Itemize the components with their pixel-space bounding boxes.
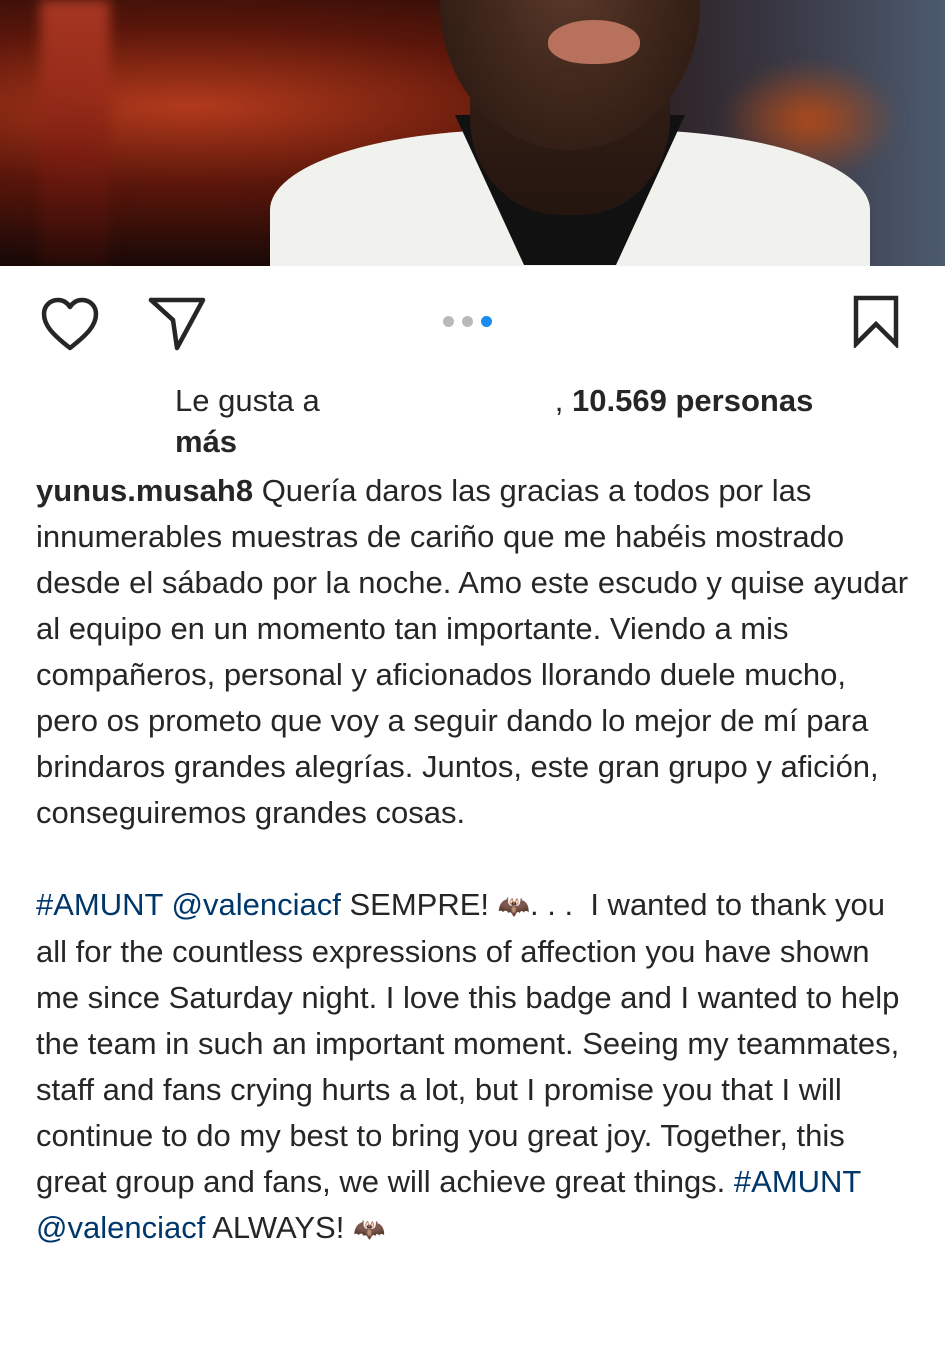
caption-hashtag[interactable]: #AMUNT xyxy=(36,887,163,922)
caption-username[interactable]: yunus.musah8 xyxy=(36,473,253,508)
save-button[interactable] xyxy=(850,294,902,350)
photo-background-left xyxy=(40,0,110,266)
carousel-dot xyxy=(462,315,473,327)
caption-spanish-text: Quería daros las gracias a todos por las… xyxy=(36,473,917,830)
likes-count[interactable]: 10.569 personas xyxy=(572,383,813,418)
likes-separator: , xyxy=(554,383,564,418)
caption-sempre: SEMPRE! xyxy=(349,887,490,922)
heart-outline-icon xyxy=(41,297,99,351)
bookmark-outline-icon xyxy=(853,295,899,350)
likes-prefix: Le gusta a xyxy=(175,383,320,418)
bat-emoji-icon: 🦇 xyxy=(352,1214,386,1244)
caption-mention[interactable]: @valenciacf xyxy=(36,1210,205,1245)
likes-summary[interactable]: Le gusta a, 10.569 personas más xyxy=(175,380,895,462)
likes-more[interactable]: más xyxy=(175,424,237,459)
like-button[interactable] xyxy=(40,296,100,352)
post-action-bar xyxy=(0,266,945,376)
post-caption: yunus.musah8 Quería daros las gracias a … xyxy=(36,468,916,1252)
carousel-dot xyxy=(443,315,454,327)
caption-always: ALWAYS! xyxy=(212,1210,345,1245)
caption-mention[interactable]: @valenciacf xyxy=(172,887,341,922)
carousel-dot-active xyxy=(481,315,492,327)
paper-plane-icon xyxy=(148,297,206,351)
photo-lips xyxy=(548,20,640,64)
share-button[interactable] xyxy=(147,294,207,352)
caption-english-text: I wanted to thank you all for the countl… xyxy=(36,887,909,1199)
post-photo[interactable] xyxy=(0,0,945,266)
caption-ellipsis: . . . xyxy=(530,887,574,922)
bat-emoji-icon: 🦇 xyxy=(497,891,531,921)
liked-by-avatars[interactable] xyxy=(36,383,156,428)
caption-hashtag[interactable]: #AMUNT xyxy=(734,1164,861,1199)
carousel-indicator xyxy=(443,315,492,327)
